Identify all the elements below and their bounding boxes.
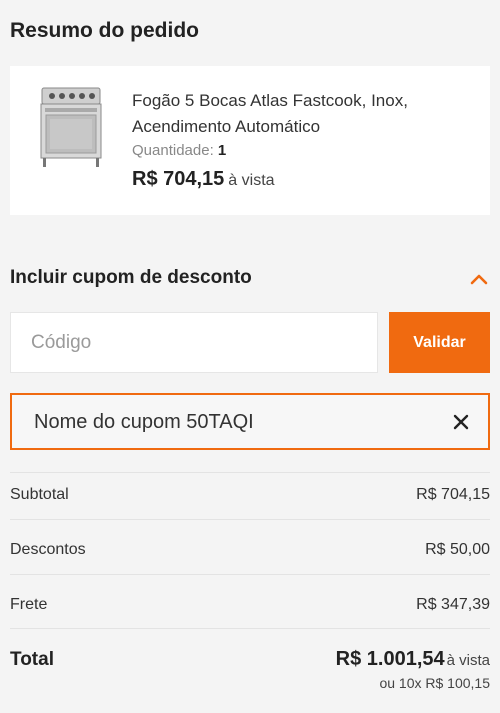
installments-text: ou 10x R$ 100,15: [379, 675, 490, 691]
divider: [10, 574, 490, 575]
divider: [10, 472, 490, 473]
total-suffix: à vista: [446, 652, 490, 669]
divider: [10, 628, 490, 629]
shipping-value: R$ 347,39: [416, 596, 490, 613]
summary-title: Resumo do pedido: [10, 19, 199, 42]
coupon-code-input[interactable]: [10, 312, 378, 373]
shipping-label: Frete: [10, 596, 48, 613]
validate-button[interactable]: Validar: [389, 312, 490, 373]
product-price: R$ 704,15 à vista: [132, 168, 275, 191]
discount-value: R$ 50,00: [425, 541, 490, 558]
applied-coupon-text: Nome do cupom 50TAQI: [34, 411, 254, 433]
close-icon[interactable]: [450, 411, 472, 433]
product-card[interactable]: Fogão 5 Bocas Atlas Fastcook, Inox, Acen…: [10, 66, 490, 215]
coupon-section-title[interactable]: Incluir cupom de desconto: [10, 267, 252, 289]
quantity-value: 1: [217, 142, 227, 159]
subtotal-label: Subtotal: [10, 486, 69, 503]
divider: [10, 519, 490, 520]
quantity-label: Quantidade:: [132, 142, 214, 159]
total-value: R$ 1.001,54: [335, 648, 445, 670]
applied-coupon: Nome do cupom 50TAQI: [10, 393, 490, 450]
total-label: Total: [10, 649, 54, 670]
discount-label: Descontos: [10, 541, 86, 558]
stove-image: [40, 87, 102, 167]
chevron-up-icon[interactable]: [470, 272, 488, 286]
total-price: R$ 1.001,54 à vista: [336, 648, 490, 671]
price-value: R$ 704,15: [132, 168, 225, 190]
price-suffix: à vista: [228, 172, 275, 189]
subtotal-value: R$ 704,15: [416, 486, 490, 503]
product-quantity: Quantidade: 1: [132, 142, 226, 159]
product-name[interactable]: Fogão 5 Bocas Atlas Fastcook, Inox, Acen…: [132, 88, 472, 140]
